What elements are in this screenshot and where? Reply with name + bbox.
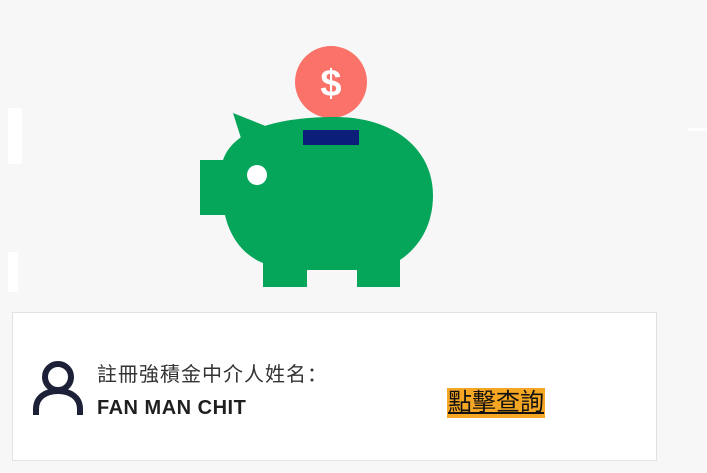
dollar-coin-icon: $ [295,46,367,118]
divider [8,108,22,164]
intermediary-name-value: FAN MAN CHIT [97,397,247,419]
divider [8,252,18,292]
query-link[interactable]: 點擊查詢 [447,388,545,418]
piggy-bank-icon: $ [200,46,433,287]
intermediary-name-label: 註冊強積金中介人姓名： [97,364,328,386]
svg-text:$: $ [320,63,341,105]
coin-slot [303,130,359,145]
user-icon [33,361,83,415]
intermediary-card: 註冊強積金中介人姓名： FAN MAN CHIT 點擊查詢 [12,312,657,461]
divider [688,128,707,131]
pig-eye [247,165,267,185]
page-root: $ 註冊強積金中介人姓名： FAN MAN CHIT 點擊查詢 [0,0,707,473]
